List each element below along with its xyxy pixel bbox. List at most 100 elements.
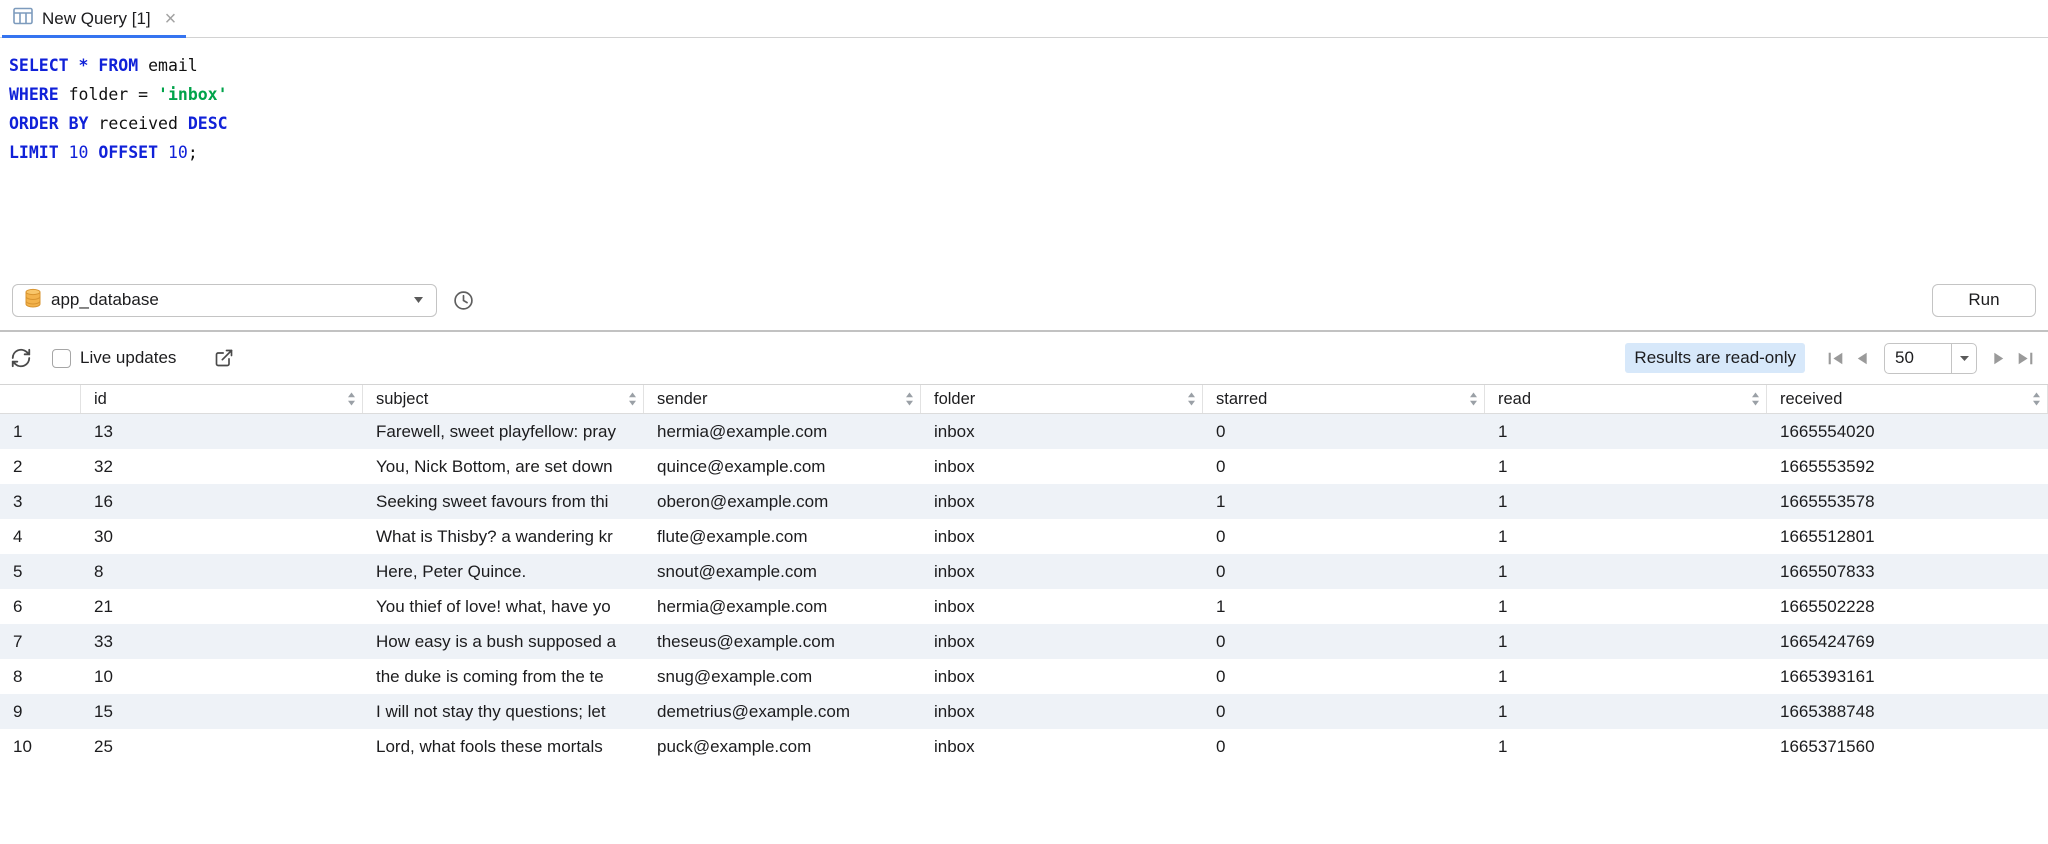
table-row[interactable]: 10 25 Lord, what fools these mortals puc…: [0, 729, 2048, 764]
row-number-cell[interactable]: 5: [0, 554, 81, 589]
column-header-subject[interactable]: subject: [363, 385, 644, 413]
cell-subject[interactable]: the duke is coming from the te: [363, 659, 644, 694]
row-number-cell[interactable]: 4: [0, 519, 81, 554]
cell-received[interactable]: 1665388748: [1767, 694, 2048, 729]
cell-read[interactable]: 1: [1485, 694, 1767, 729]
cell-received[interactable]: 1665553592: [1767, 449, 2048, 484]
last-page-icon[interactable]: [2015, 348, 2036, 369]
cell-folder[interactable]: inbox: [921, 624, 1203, 659]
column-header-rownum[interactable]: [0, 385, 81, 413]
cell-subject[interactable]: How easy is a bush supposed a: [363, 624, 644, 659]
cell-folder[interactable]: inbox: [921, 414, 1203, 449]
cell-read[interactable]: 1: [1485, 624, 1767, 659]
cell-folder[interactable]: inbox: [921, 659, 1203, 694]
query-history-button[interactable]: [453, 290, 474, 311]
table-row[interactable]: 3 16 Seeking sweet favours from thi ober…: [0, 484, 2048, 519]
cell-sender[interactable]: flute@example.com: [644, 519, 921, 554]
column-header-id[interactable]: id: [81, 385, 363, 413]
next-page-icon[interactable]: [1988, 348, 2009, 369]
cell-sender[interactable]: demetrius@example.com: [644, 694, 921, 729]
row-number-cell[interactable]: 7: [0, 624, 81, 659]
cell-starred[interactable]: 0: [1203, 449, 1485, 484]
cell-id[interactable]: 16: [81, 484, 363, 519]
cell-folder[interactable]: inbox: [921, 519, 1203, 554]
cell-subject[interactable]: Farewell, sweet playfellow: pray: [363, 414, 644, 449]
cell-sender[interactable]: snug@example.com: [644, 659, 921, 694]
sort-icon[interactable]: [905, 392, 914, 407]
first-page-icon[interactable]: [1825, 348, 1846, 369]
cell-received[interactable]: 1665554020: [1767, 414, 2048, 449]
cell-id[interactable]: 15: [81, 694, 363, 729]
table-row[interactable]: 2 32 You, Nick Bottom, are set down quin…: [0, 449, 2048, 484]
table-row[interactable]: 1 13 Farewell, sweet playfellow: pray he…: [0, 414, 2048, 449]
table-row[interactable]: 7 33 How easy is a bush supposed a these…: [0, 624, 2048, 659]
cell-subject[interactable]: Lord, what fools these mortals: [363, 729, 644, 764]
row-number-cell[interactable]: 6: [0, 589, 81, 624]
row-number-cell[interactable]: 2: [0, 449, 81, 484]
cell-sender[interactable]: snout@example.com: [644, 554, 921, 589]
sql-editor[interactable]: SELECT * FROM email WHERE folder = 'inbo…: [0, 38, 2048, 270]
close-tab-icon[interactable]: ×: [165, 9, 177, 29]
cell-sender[interactable]: theseus@example.com: [644, 624, 921, 659]
cell-received[interactable]: 1665371560: [1767, 729, 2048, 764]
cell-starred[interactable]: 1: [1203, 484, 1485, 519]
live-updates-checkbox[interactable]: [52, 349, 71, 368]
previous-page-icon[interactable]: [1852, 348, 1873, 369]
table-row[interactable]: 4 30 What is Thisby? a wandering kr flut…: [0, 519, 2048, 554]
cell-received[interactable]: 1665393161: [1767, 659, 2048, 694]
cell-subject[interactable]: Here, Peter Quince.: [363, 554, 644, 589]
open-external-icon[interactable]: [214, 348, 234, 368]
cell-folder[interactable]: inbox: [921, 694, 1203, 729]
column-header-received[interactable]: received: [1767, 385, 2048, 413]
cell-read[interactable]: 1: [1485, 449, 1767, 484]
page-size-dropdown-icon[interactable]: [1951, 344, 1976, 373]
cell-id[interactable]: 33: [81, 624, 363, 659]
page-size-combobox[interactable]: 50: [1884, 343, 1977, 374]
cell-starred[interactable]: 0: [1203, 414, 1485, 449]
cell-subject[interactable]: You, Nick Bottom, are set down: [363, 449, 644, 484]
table-row[interactable]: 5 8 Here, Peter Quince. snout@example.co…: [0, 554, 2048, 589]
cell-read[interactable]: 1: [1485, 414, 1767, 449]
sort-icon[interactable]: [1187, 392, 1196, 407]
cell-starred[interactable]: 0: [1203, 659, 1485, 694]
cell-id[interactable]: 25: [81, 729, 363, 764]
cell-sender[interactable]: oberon@example.com: [644, 484, 921, 519]
cell-folder[interactable]: inbox: [921, 729, 1203, 764]
cell-sender[interactable]: quince@example.com: [644, 449, 921, 484]
table-row[interactable]: 8 10 the duke is coming from the te snug…: [0, 659, 2048, 694]
row-number-cell[interactable]: 1: [0, 414, 81, 449]
cell-id[interactable]: 10: [81, 659, 363, 694]
column-header-sender[interactable]: sender: [644, 385, 921, 413]
table-row[interactable]: 6 21 You thief of love! what, have yo he…: [0, 589, 2048, 624]
cell-id[interactable]: 21: [81, 589, 363, 624]
cell-folder[interactable]: inbox: [921, 589, 1203, 624]
table-row[interactable]: 9 15 I will not stay thy questions; let …: [0, 694, 2048, 729]
cell-received[interactable]: 1665424769: [1767, 624, 2048, 659]
row-number-cell[interactable]: 10: [0, 729, 81, 764]
cell-read[interactable]: 1: [1485, 554, 1767, 589]
cell-subject[interactable]: What is Thisby? a wandering kr: [363, 519, 644, 554]
cell-folder[interactable]: inbox: [921, 554, 1203, 589]
cell-id[interactable]: 8: [81, 554, 363, 589]
cell-starred[interactable]: 1: [1203, 589, 1485, 624]
database-select[interactable]: app_database: [12, 284, 437, 317]
cell-id[interactable]: 13: [81, 414, 363, 449]
sort-icon[interactable]: [347, 392, 356, 407]
sort-icon[interactable]: [628, 392, 637, 407]
cell-read[interactable]: 1: [1485, 589, 1767, 624]
cell-subject[interactable]: You thief of love! what, have yo: [363, 589, 644, 624]
cell-read[interactable]: 1: [1485, 659, 1767, 694]
sort-icon[interactable]: [1751, 392, 1760, 407]
cell-starred[interactable]: 0: [1203, 554, 1485, 589]
cell-starred[interactable]: 0: [1203, 519, 1485, 554]
cell-id[interactable]: 30: [81, 519, 363, 554]
column-header-read[interactable]: read: [1485, 385, 1767, 413]
row-number-cell[interactable]: 9: [0, 694, 81, 729]
cell-read[interactable]: 1: [1485, 729, 1767, 764]
cell-sender[interactable]: hermia@example.com: [644, 589, 921, 624]
cell-subject[interactable]: I will not stay thy questions; let: [363, 694, 644, 729]
cell-received[interactable]: 1665553578: [1767, 484, 2048, 519]
row-number-cell[interactable]: 8: [0, 659, 81, 694]
cell-sender[interactable]: hermia@example.com: [644, 414, 921, 449]
cell-starred[interactable]: 0: [1203, 624, 1485, 659]
